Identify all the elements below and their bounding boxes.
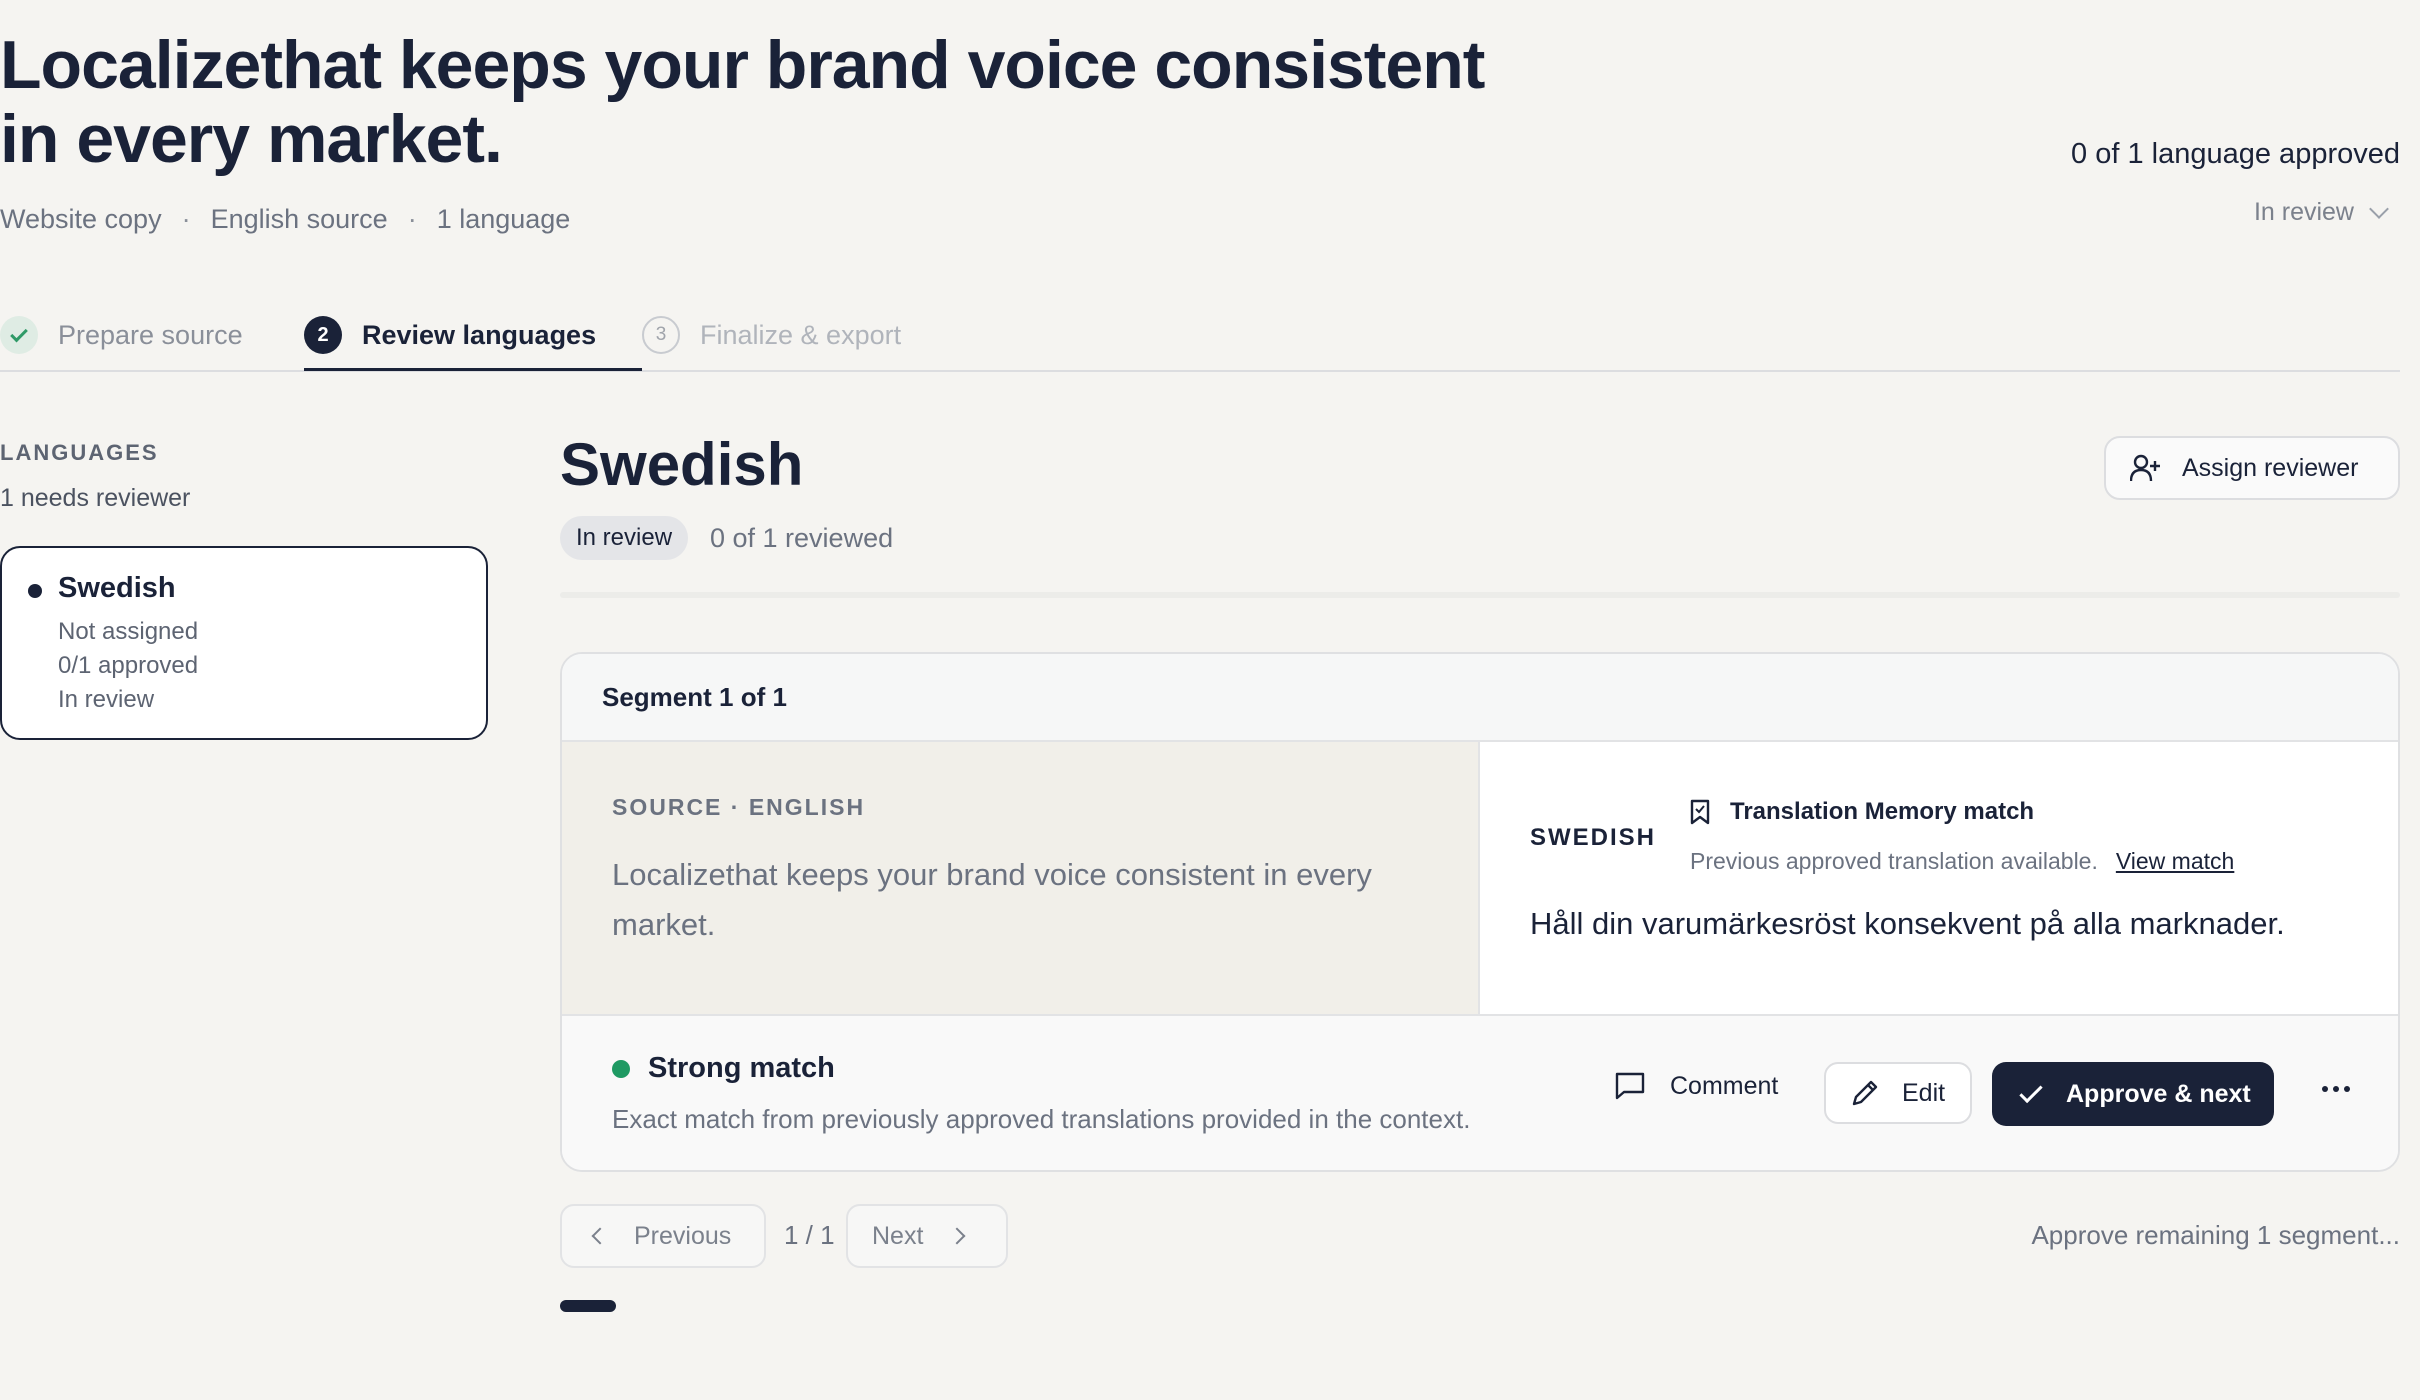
target-text[interactable]: Håll din varumärkesröst konsekvent på al… — [1530, 906, 2285, 942]
tm-match-heading: Translation Memory match — [1690, 798, 2034, 826]
language-assignee: Not assigned — [58, 618, 199, 645]
segment-progress-indicator — [560, 1300, 616, 1312]
reviewed-count: 0 of 1 reviewed — [710, 523, 894, 553]
approve-label: Approve & next — [2066, 1079, 2251, 1108]
active-step-underline — [304, 368, 642, 371]
step-label: Finalize & export — [700, 319, 902, 350]
source-label: SOURCE · ENGLISH — [612, 794, 866, 820]
source-text: Localizethat keeps your brand voice cons… — [612, 857, 1372, 942]
comment-icon — [1615, 1072, 1645, 1100]
tm-match-title: Translation Memory match — [1730, 798, 2035, 825]
selected-dot-icon — [28, 584, 42, 598]
user-plus-icon — [2130, 454, 2160, 482]
languages-subheading: 1 needs reviewer — [0, 484, 191, 512]
workflow-stepper: Prepare source 2 Review languages 3 Fina… — [0, 300, 2400, 372]
edit-button[interactable]: Edit — [1824, 1062, 1972, 1124]
language-progress: 0/1 approved — [58, 652, 199, 679]
match-status-dot-icon — [612, 1060, 630, 1078]
next-button[interactable]: Next — [846, 1204, 1008, 1268]
languages-heading: LANGUAGES — [0, 440, 159, 465]
meta-source-language: English source — [210, 204, 388, 234]
meta-separator: · — [407, 204, 417, 234]
status-badge: In review — [560, 516, 689, 560]
language-name: Swedish — [58, 572, 176, 604]
bookmark-icon — [1690, 799, 1710, 825]
view-match-link[interactable]: View match — [2116, 848, 2234, 875]
page-title: Localizethat keeps your brand voice cons… — [0, 27, 1485, 177]
step-label: Review languages — [362, 319, 597, 350]
meta-content-type: Website copy — [0, 204, 162, 234]
target-panel: SWEDISH Translation Memory match Previou… — [1480, 742, 2398, 1014]
step-prepare-source[interactable]: Prepare source — [0, 310, 243, 360]
step-number-badge: 3 — [642, 316, 680, 354]
approval-summary: 0 of 1 language approved — [2071, 138, 2400, 170]
step-number-badge: 2 — [304, 316, 342, 354]
language-status: In review — [58, 686, 155, 713]
previous-button[interactable]: Previous — [560, 1204, 766, 1268]
project-meta: Website copy · English source · 1 langua… — [0, 204, 570, 235]
target-language-label: SWEDISH — [1530, 824, 1657, 851]
section-divider — [560, 592, 2400, 598]
check-icon — [10, 324, 28, 342]
language-card-swedish[interactable]: Swedish Not assigned 0/1 approved In rev… — [0, 546, 488, 740]
next-label: Next — [872, 1221, 924, 1250]
source-panel: SOURCE · ENGLISH Localizethat keeps your… — [562, 742, 1480, 1014]
chevron-left-icon — [591, 1227, 609, 1245]
tm-match-text: Previous approved translation available. — [1690, 848, 2098, 874]
match-quality-title: Strong match — [648, 1052, 835, 1084]
assign-reviewer-label: Assign reviewer — [2182, 453, 2359, 482]
approve-remaining-link[interactable]: Approve remaining 1 segment... — [2031, 1220, 2400, 1251]
approve-next-button[interactable]: Approve & next — [1992, 1062, 2274, 1126]
segment-card: Segment 1 of 1 SOURCE · ENGLISH Localize… — [560, 652, 2400, 1172]
step-review-languages[interactable]: 2 Review languages — [304, 310, 596, 360]
comment-button[interactable]: Comment — [1614, 1064, 1778, 1108]
step-finalize-export[interactable]: 3 Finalize & export — [642, 310, 901, 360]
status-select-value: In review — [2253, 198, 2354, 226]
step-label: Prepare source — [58, 319, 243, 350]
segment-footer: Strong match Exact match from previously… — [562, 1014, 2398, 1170]
pencil-icon — [1852, 1080, 1878, 1106]
step-complete-badge — [0, 316, 38, 354]
tm-match-description: Previous approved translation available.… — [1690, 848, 2234, 875]
meta-separator: · — [181, 204, 191, 234]
project-status-dropdown[interactable]: In review — [2253, 198, 2389, 227]
chevron-down-icon — [2369, 198, 2389, 219]
page-indicator: 1 / 1 — [784, 1220, 835, 1250]
previous-label: Previous — [634, 1221, 732, 1250]
segment-header: Segment 1 of 1 — [562, 654, 2398, 742]
match-quality-description: Exact match from previously approved tra… — [612, 1104, 1471, 1134]
language-title: Swedish — [560, 431, 804, 498]
assign-reviewer-button[interactable]: Assign reviewer — [2104, 436, 2400, 500]
edit-label: Edit — [1902, 1078, 1946, 1107]
meta-language-count: 1 language — [436, 204, 571, 234]
chevron-right-icon — [948, 1227, 966, 1245]
check-icon — [2019, 1079, 2043, 1103]
comment-label: Comment — [1670, 1071, 1779, 1100]
segment-title: Segment 1 of 1 — [602, 682, 787, 712]
more-options-icon[interactable] — [2314, 1078, 2358, 1100]
